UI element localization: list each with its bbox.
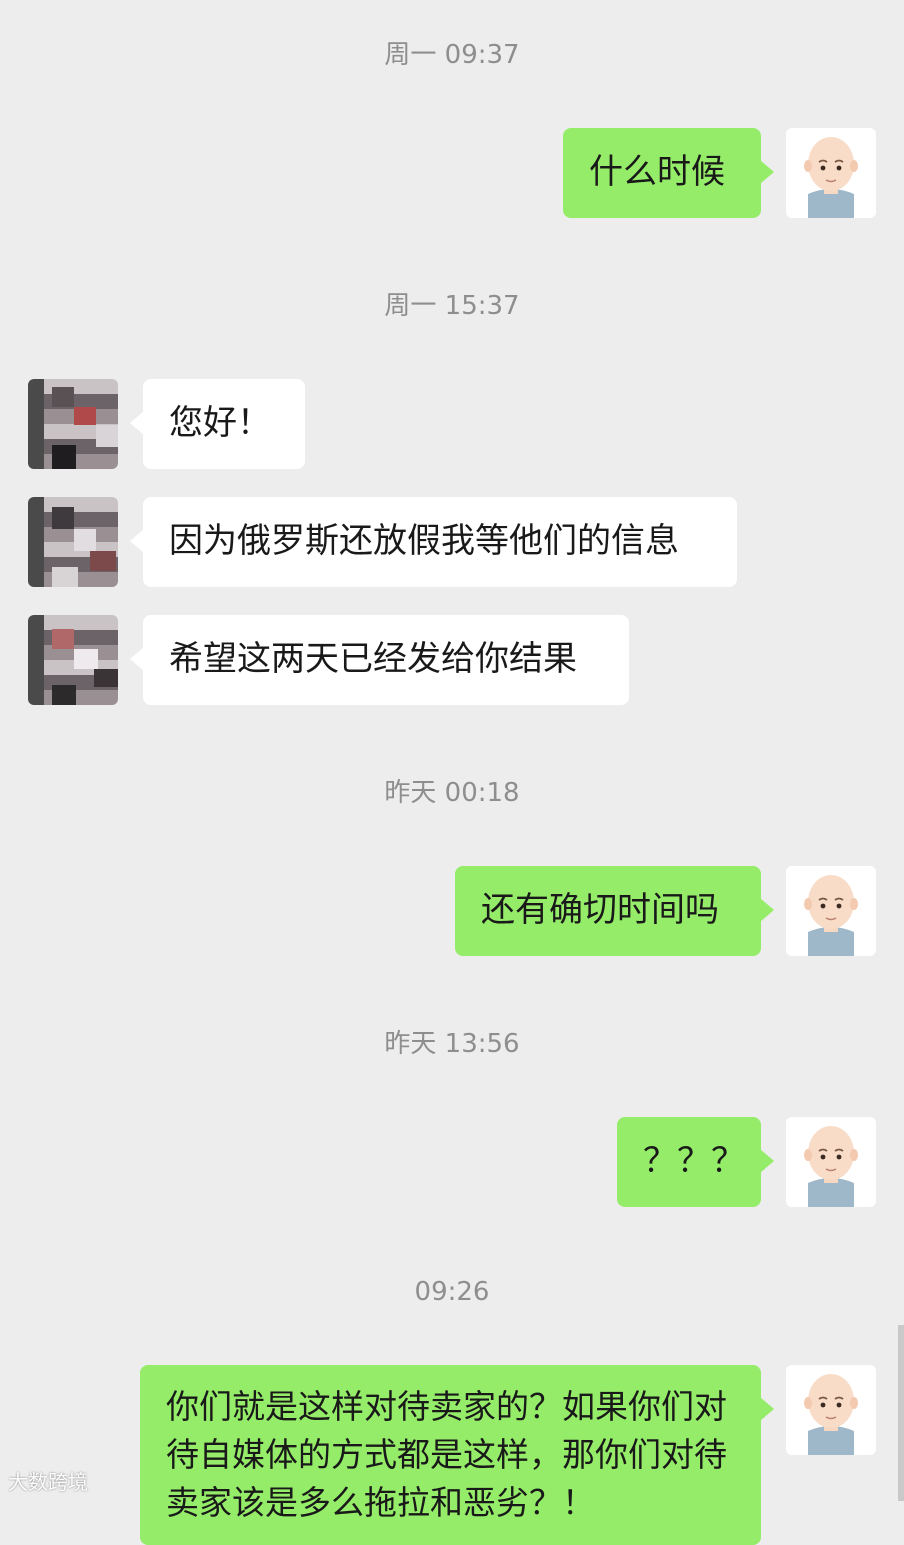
my-avatar-icon[interactable] xyxy=(786,128,876,218)
contact-avatar-icon[interactable] xyxy=(28,497,118,587)
my-avatar-icon[interactable] xyxy=(786,866,876,956)
message-bubble-outgoing[interactable]: ？？？ xyxy=(617,1117,774,1207)
scrollbar[interactable] xyxy=(898,1325,904,1501)
watermark: 大数跨境 xyxy=(8,1470,88,1494)
timestamp: 昨天 00:18 xyxy=(384,778,520,808)
message-bubble-outgoing[interactable]: 什么时候 xyxy=(563,128,774,218)
my-avatar-icon[interactable] xyxy=(786,1117,876,1207)
timestamp: 周一 09:37 xyxy=(384,40,520,70)
timestamp: 09:26 xyxy=(414,1277,490,1307)
timestamp: 昨天 13:56 xyxy=(384,1029,520,1059)
message-bubble-incoming[interactable]: 因为俄罗斯还放假我等他们的信息 xyxy=(130,497,737,587)
message-bubble-incoming[interactable]: 希望这两天已经发给你结果 xyxy=(130,615,629,705)
contact-avatar-icon[interactable] xyxy=(28,615,118,705)
timestamp: 周一 15:37 xyxy=(384,291,520,321)
contact-avatar-icon[interactable] xyxy=(28,379,118,469)
message-bubble-incoming[interactable]: 您好！ xyxy=(130,379,305,469)
my-avatar-icon[interactable] xyxy=(786,1365,876,1455)
message-bubble-outgoing[interactable]: 还有确切时间吗 xyxy=(455,866,774,956)
message-bubble-outgoing[interactable]: 你们就是这样对待卖家的？如果你们对待自媒体的方式都是这样，那你们对待卖家该是多么… xyxy=(140,1365,774,1545)
